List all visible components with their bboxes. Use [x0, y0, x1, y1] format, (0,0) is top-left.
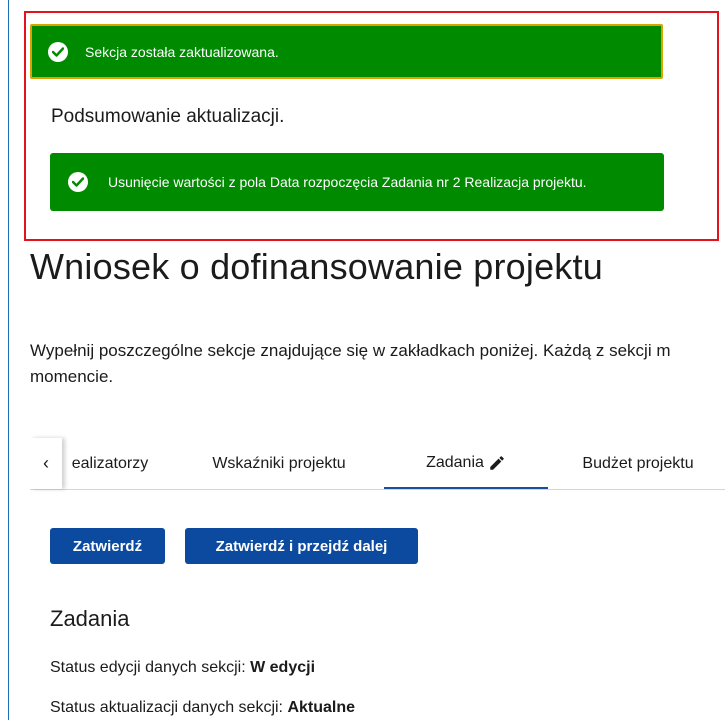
- success-alert: Sekcja została zaktualizowana.: [30, 24, 663, 79]
- page-title: Wniosek o dofinansowanie projektu: [30, 246, 603, 287]
- edit-status-label: Status edycji danych sekcji:: [50, 659, 246, 676]
- tab-label: Wskaźniki projektu: [212, 454, 346, 472]
- tab-label: Budżet projektu: [582, 454, 694, 472]
- intro-line-2: momencie.: [30, 367, 114, 386]
- edit-status-value: W edycji: [250, 659, 316, 676]
- section-tabs: ‹ ealizatorzy Wskaźniki projektu Zadania…: [30, 438, 725, 490]
- pencil-icon: [488, 454, 506, 472]
- tab-label: Zadania: [426, 453, 484, 471]
- tab-wskazniki-projektu[interactable]: Wskaźniki projektu: [180, 438, 378, 489]
- update-status-label: Status aktualizacji danych sekcji:: [50, 699, 283, 716]
- confirm-and-next-button[interactable]: Zatwierdź i przejdź dalej: [185, 528, 418, 564]
- chevron-left-icon: ‹: [43, 453, 49, 473]
- window-frame-edge: [8, 0, 9, 720]
- section-title: Zadania: [50, 606, 130, 631]
- page-intro: Wypełnij poszczególne sekcje znajdujące …: [30, 338, 725, 390]
- intro-line-1: Wypełnij poszczególne sekcje znajdujące …: [30, 341, 671, 360]
- update-status: Status aktualizacji danych sekcji: Aktua…: [50, 699, 355, 717]
- success-alert-text: Sekcja została zaktualizowana.: [85, 43, 279, 60]
- check-circle-icon: [68, 172, 88, 192]
- update-status-value: Aktualne: [287, 699, 356, 716]
- confirm-button[interactable]: Zatwierdź: [50, 528, 165, 564]
- tab-realizatorzy[interactable]: ealizatorzy: [58, 438, 162, 489]
- edit-status: Status edycji danych sekcji: W edycji: [50, 659, 315, 677]
- check-circle-icon: [48, 41, 68, 62]
- tab-budzet-projektu[interactable]: Budżet projektu: [558, 438, 718, 489]
- change-alert-text: Usunięcie wartości z pola Data rozpoczęc…: [108, 174, 587, 190]
- change-alert: Usunięcie wartości z pola Data rozpoczęc…: [50, 153, 664, 211]
- tab-label: ealizatorzy: [71, 454, 149, 472]
- tabs-scroll-left-button[interactable]: ‹: [30, 438, 62, 489]
- update-summary-title: Podsumowanie aktualizacji.: [51, 106, 285, 127]
- tab-zadania[interactable]: Zadania: [384, 438, 548, 489]
